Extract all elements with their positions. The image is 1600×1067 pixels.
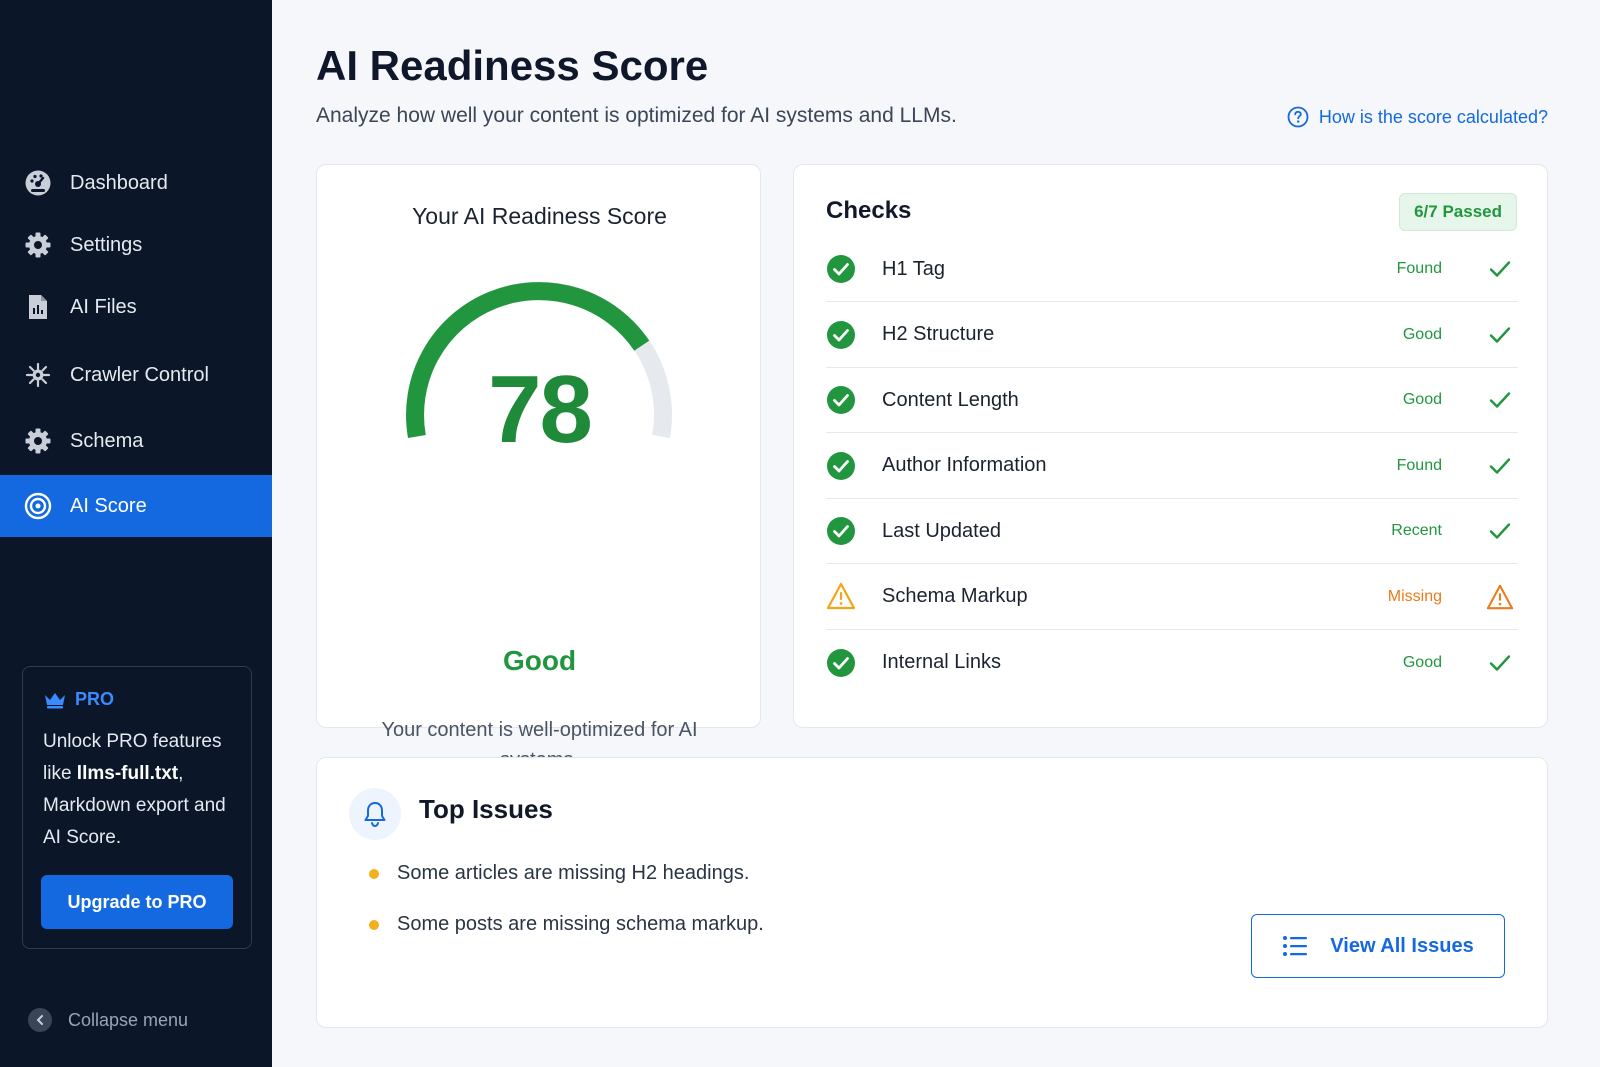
check-circle-icon (826, 320, 856, 350)
help-icon (1287, 106, 1309, 128)
check-value: Good (1402, 653, 1442, 671)
file-icon (24, 293, 52, 321)
check-value: Missing (1387, 587, 1442, 605)
sidebar-item-dashboard[interactable]: Dashboard (0, 152, 272, 214)
pro-description: Unlock PRO features like llms-full.txt, … (43, 731, 226, 848)
view-all-issues-label: View All Issues (1330, 934, 1474, 957)
sidebar-item-crawler-control[interactable]: Crawler Control (0, 344, 272, 406)
issue-item: Some posts are missing schema markup. (369, 913, 764, 936)
check-value: Good (1402, 325, 1442, 343)
page-subtitle: Analyze how well your content is optimiz… (316, 104, 957, 127)
sidebar-item-schema[interactable]: Schema (0, 410, 272, 472)
check-name: H1 Tag (882, 257, 946, 280)
checkmark-icon (1486, 390, 1514, 410)
check-circle-icon (826, 254, 856, 284)
sidebar-item-ai-score[interactable]: AI Score (0, 475, 272, 537)
gear-icon (24, 231, 52, 259)
issue-item: Some articles are missing H2 headings. (369, 862, 749, 885)
check-row: Content Length Good (826, 368, 1518, 433)
view-all-issues-button[interactable]: View All Issues (1251, 914, 1505, 978)
check-row: Schema Markup Missing (826, 565, 1518, 630)
target-icon (24, 492, 52, 520)
bullet-icon (369, 868, 379, 879)
check-value: Found (1396, 260, 1442, 277)
top-issues-title: Top Issues (419, 794, 553, 824)
upgrade-to-pro-button[interactable]: Upgrade to PRO (41, 875, 233, 929)
score-card-title: Your AI Readiness Score (412, 203, 667, 229)
check-circle-icon (826, 516, 856, 546)
sidebar-item-label: AI Files (70, 295, 137, 318)
check-row: H1 Tag Found (826, 237, 1518, 302)
dashboard-icon (24, 169, 52, 197)
score-card: Your AI Readiness Score 78 Good Your con… (316, 164, 762, 771)
score-rating: Good (502, 645, 577, 676)
check-row: H2 Structure Good (826, 303, 1518, 368)
checkmark-icon (1486, 456, 1514, 476)
sidebar-item-label: Settings (70, 233, 143, 256)
collapse-menu-label: Collapse menu (68, 1009, 189, 1030)
sidebar-item-label: AI Score (70, 494, 147, 517)
gear-icon (24, 427, 52, 455)
check-value: Good (1402, 391, 1442, 408)
score-number: 78 (317, 355, 762, 465)
collapse-menu-button[interactable]: Collapse menu (28, 1008, 188, 1032)
checkmark-icon (1486, 325, 1514, 345)
warning-icon (1486, 583, 1514, 611)
issue-text: Some articles are missing H2 headings. (397, 862, 750, 884)
check-circle-icon (826, 385, 856, 415)
bullet-icon (369, 919, 379, 930)
check-value: Recent (1391, 522, 1442, 539)
check-row: Last Updated Recent (826, 499, 1518, 564)
sidebar: Dashboard Settings AI Files Crawler Cont… (0, 0, 272, 1067)
checks-title: Checks (826, 197, 912, 224)
pro-header: PRO (43, 689, 231, 710)
check-circle-icon (826, 451, 856, 481)
crown-icon (45, 692, 65, 708)
sidebar-item-label: Dashboard (70, 171, 168, 194)
checkmark-icon (1486, 653, 1514, 673)
warning-icon (826, 582, 856, 612)
issue-text: Some posts are missing schema markup. (397, 913, 764, 935)
help-link-label: How is the score calculated? (1318, 106, 1548, 127)
list-icon (1283, 936, 1308, 956)
sidebar-item-label: Crawler Control (70, 363, 209, 386)
checkmark-icon (1486, 521, 1514, 541)
bell-icon (349, 788, 401, 840)
score-value: 78 (488, 356, 593, 463)
crawler-icon (24, 361, 52, 389)
sidebar-item-label: Schema (70, 429, 144, 452)
score-help-link[interactable]: How is the score calculated? (1287, 106, 1548, 128)
passed-badge: 6/7 Passed (1399, 193, 1517, 231)
check-name: Internal Links (882, 651, 1001, 673)
top-issues-card: Top Issues Some articles are missing H2 … (316, 757, 1548, 1028)
sidebar-item-settings[interactable]: Settings (0, 214, 272, 276)
checkmark-icon (1486, 259, 1514, 279)
check-name: Content Length (882, 388, 1019, 411)
check-name: Author Information (882, 454, 1047, 476)
check-value: Found (1396, 456, 1442, 474)
check-circle-icon (826, 648, 856, 678)
check-name: Last Updated (882, 519, 1001, 542)
chevron-left-icon (28, 1008, 52, 1032)
page-title: AI Readiness Score (316, 42, 709, 89)
pro-promo-card: PRO Unlock PRO features like llms-full.t… (22, 666, 252, 949)
check-row: Author Information Found (826, 434, 1518, 499)
checks-card: Checks 6/7 Passed H1 Tag Found H2 Structur… (793, 164, 1548, 728)
pro-badge: PRO (75, 689, 115, 709)
check-name: Schema Markup (882, 585, 1028, 607)
check-name: H2 Structure (882, 323, 995, 345)
check-row: Internal Links Good (826, 630, 1518, 695)
sidebar-item-ai-files[interactable]: AI Files (0, 276, 272, 338)
